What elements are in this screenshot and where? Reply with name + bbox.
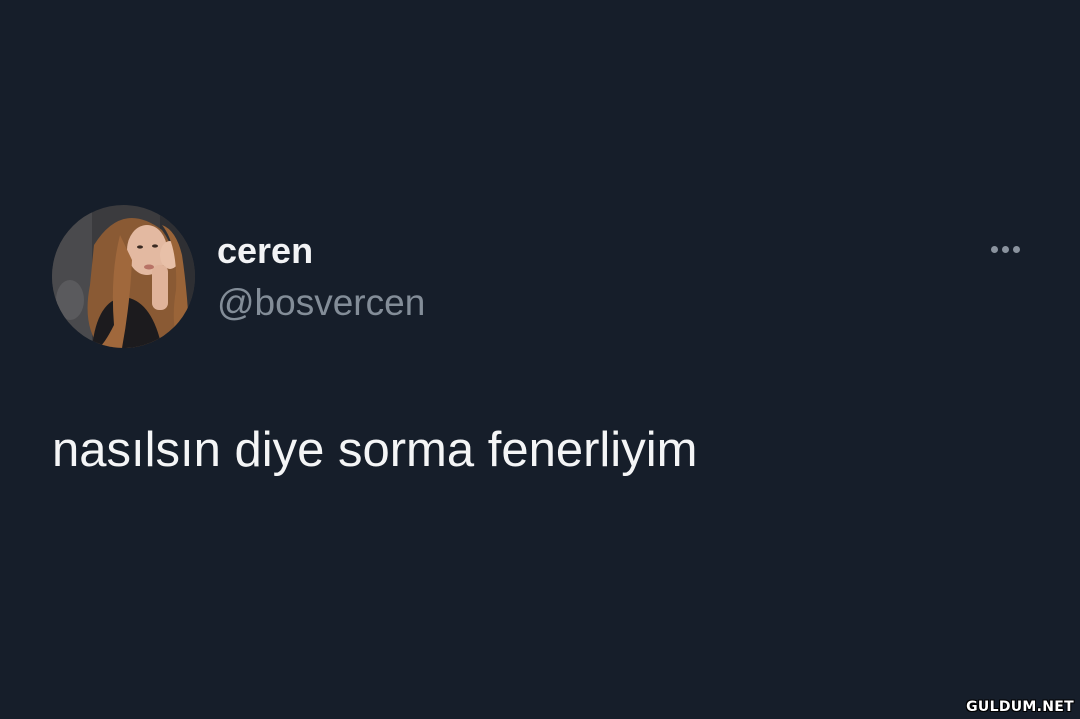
avatar[interactable] xyxy=(52,205,195,348)
display-name[interactable]: ceren xyxy=(217,228,313,274)
profile-photo xyxy=(52,205,195,348)
more-horizontal-icon xyxy=(990,245,998,253)
more-horizontal-icon xyxy=(1012,245,1020,253)
tweet-text: nasılsın diye sorma fenerliyim xyxy=(52,423,698,477)
watermark: GULDUM.NET xyxy=(966,699,1074,715)
more-horizontal-icon xyxy=(1001,245,1009,253)
user-handle[interactable]: @bosvercen xyxy=(217,280,425,326)
more-options-button[interactable] xyxy=(980,234,1030,264)
